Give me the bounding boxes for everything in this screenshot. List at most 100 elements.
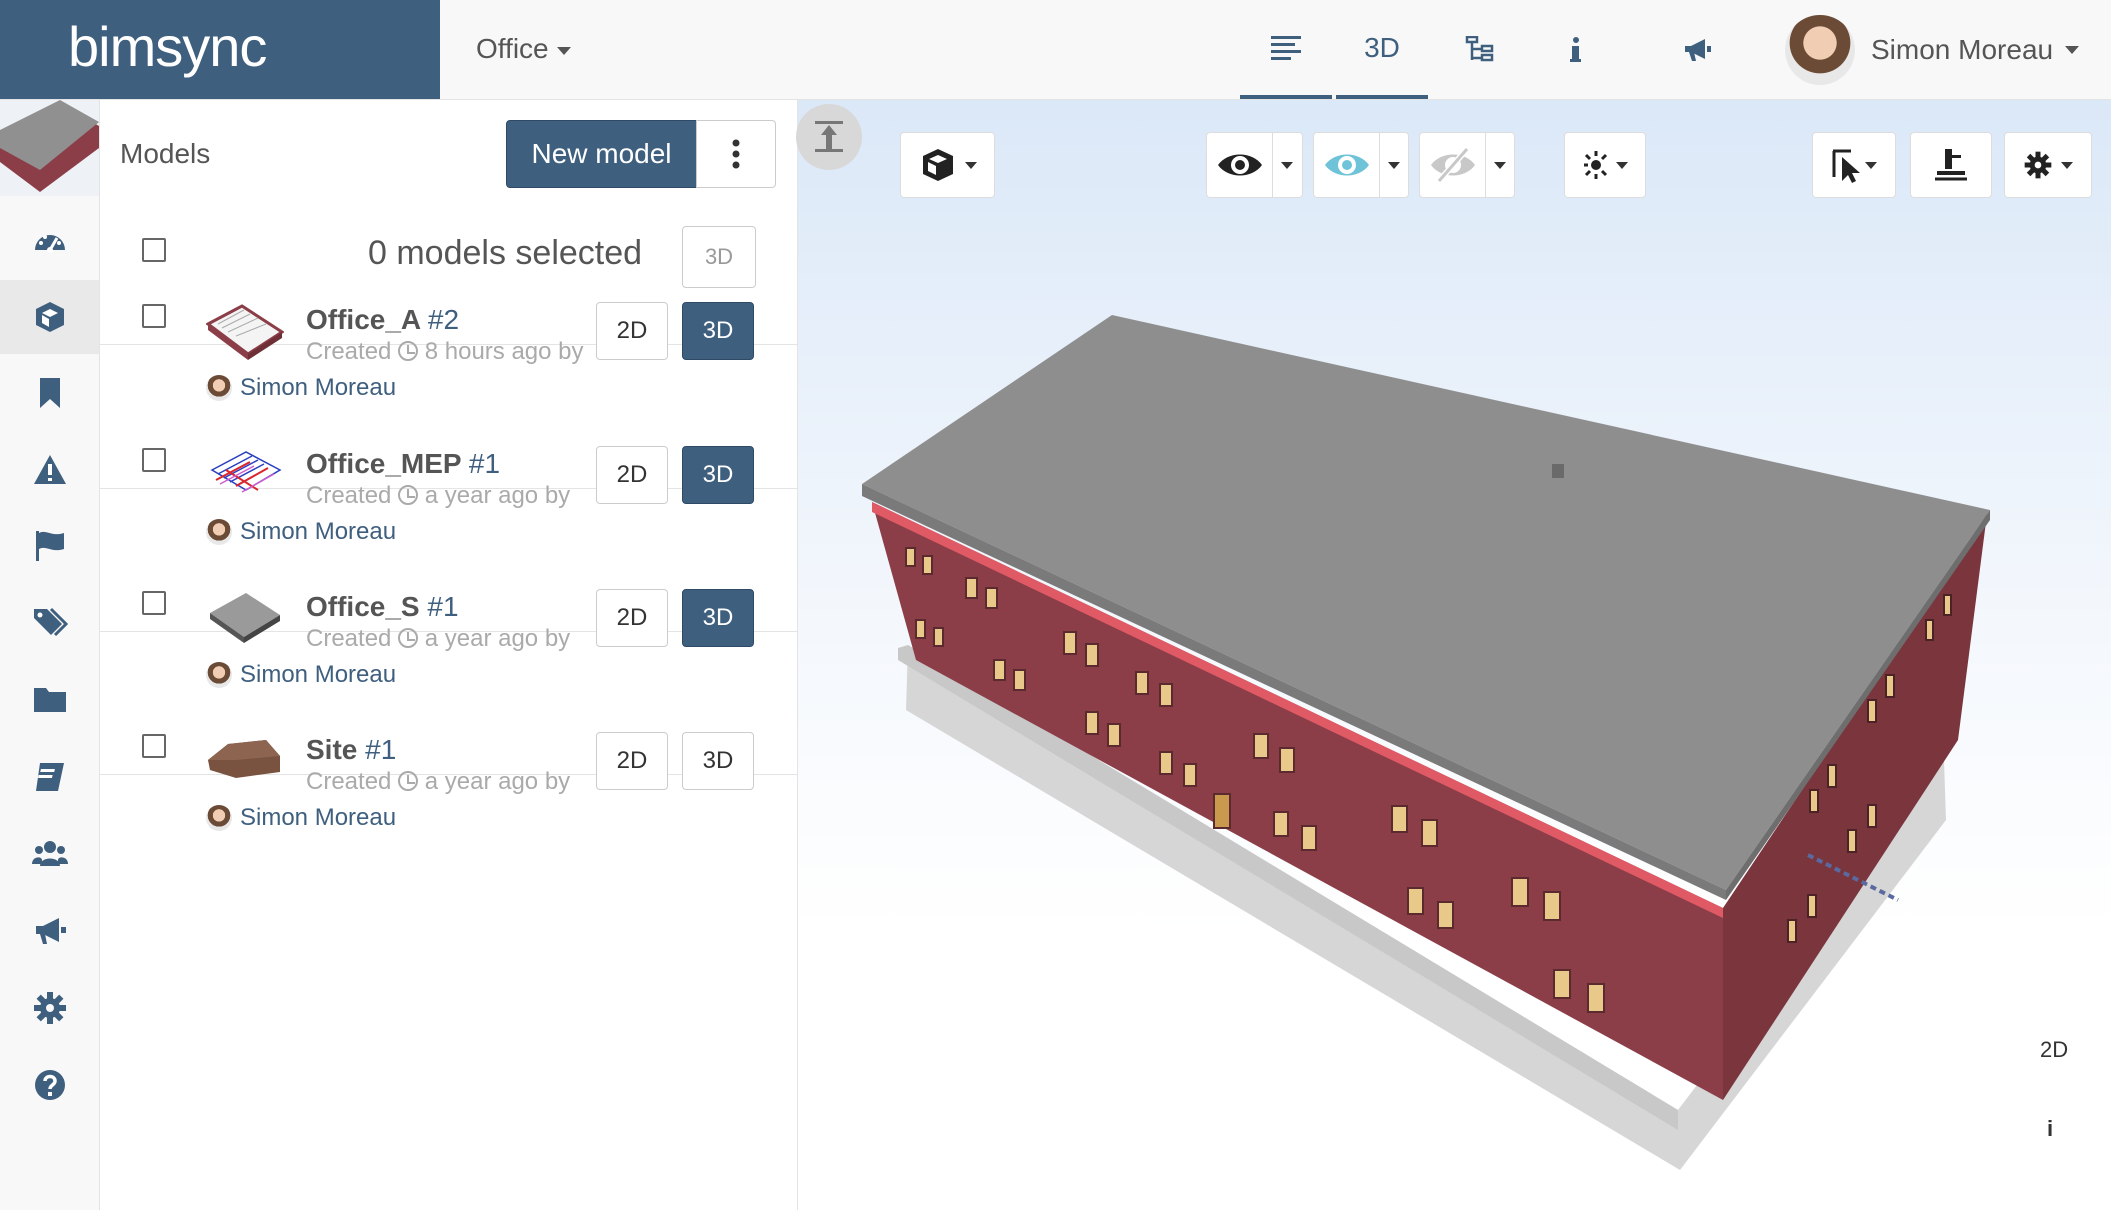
cube-icon (35, 302, 64, 332)
explode-dropdown[interactable] (1564, 132, 1646, 198)
user-menu[interactable]: Simon Moreau (1785, 14, 2080, 86)
brand-logo: bimsync (68, 14, 267, 79)
view-cube-dropdown[interactable] (900, 132, 995, 198)
model-name: Office_S #1 (306, 591, 459, 623)
divider (1484, 132, 1486, 198)
flag-icon (35, 531, 64, 561)
sidebar-item-announcements[interactable] (0, 894, 99, 968)
help-icon (34, 1070, 65, 1100)
open-2d-button[interactable]: 2D (596, 732, 668, 790)
model-name-text: Site (306, 734, 358, 765)
open-3d-button[interactable]: 3D (682, 732, 754, 790)
model-row: Office_S #1 Created a year ago by Simon Mo… (100, 487, 797, 688)
building-3d-model (862, 315, 1990, 1170)
chevron-down-icon (1281, 161, 1293, 169)
chevron-down-icon (964, 161, 977, 169)
visibility-xray-dropdown[interactable] (1313, 132, 1409, 198)
folder-icon (33, 688, 66, 712)
cursor-select-icon (1832, 149, 1860, 183)
tab-3d-label: 3D (1364, 31, 1400, 63)
sidebar-item-issues[interactable] (0, 433, 99, 507)
user-name: Simon Moreau (1871, 34, 2054, 65)
chevron-down-icon (1616, 161, 1628, 169)
selection-mode-dropdown[interactable] (1812, 132, 1896, 198)
model-version: #1 (365, 734, 397, 765)
brand-area[interactable]: bimsync (0, 0, 440, 99)
model-row: Office_A #2 Created 8 hours ago by Simon… (100, 200, 797, 401)
model-checkbox[interactable] (142, 591, 166, 615)
avatar (1785, 15, 1855, 85)
model-name: Site #1 (306, 734, 396, 766)
list-icon (1271, 35, 1301, 60)
model-checkbox[interactable] (142, 734, 166, 758)
explode-icon (1584, 151, 1608, 179)
model-name-text: Office_S (306, 591, 420, 622)
model-name: Office_A #2 (306, 304, 459, 336)
visibility-hide-dropdown[interactable] (1419, 132, 1515, 198)
model-thumbnail (208, 740, 280, 778)
panel-title: Models (120, 138, 211, 169)
sidebar-item-tags[interactable] (0, 586, 99, 660)
building-thumbnail-icon (0, 100, 99, 196)
chevron-down-icon (556, 46, 571, 55)
sidebar-item-help[interactable] (0, 1048, 99, 1122)
viewer-settings-dropdown[interactable] (2004, 132, 2092, 198)
created-label: Created (306, 768, 392, 795)
project-dropdown[interactable]: Office (476, 0, 571, 99)
tab-info[interactable] (1530, 0, 1622, 99)
sidebar-item-settings[interactable] (0, 971, 99, 1045)
3d-viewer[interactable] (798, 100, 2111, 1210)
model-created: Created a year ago by (306, 768, 570, 796)
gear-icon (2024, 151, 2052, 179)
sidebar-item-folders[interactable] (0, 662, 99, 736)
sidebar-item-models[interactable] (0, 280, 99, 354)
model-version: #1 (468, 448, 501, 479)
megaphone-icon (35, 918, 66, 944)
avatar (206, 805, 232, 831)
tab-list-view[interactable] (1240, 0, 1332, 99)
chevron-down-icon (2061, 161, 2073, 169)
created-time: a year ago by (424, 768, 571, 795)
kebab-menu-icon (732, 139, 740, 169)
visibility-show-dropdown[interactable] (1206, 132, 1303, 198)
sidebar-item-members[interactable] (0, 817, 99, 891)
model-version: #2 (427, 304, 460, 335)
clock-icon (398, 771, 419, 791)
toggle-2d-view[interactable]: 2D (2040, 1037, 2068, 1063)
model-name: Office_MEP #1 (306, 448, 500, 480)
model-author-link[interactable]: Simon Moreau (206, 804, 396, 832)
divider (1378, 132, 1380, 198)
project-thumbnail[interactable] (0, 100, 99, 196)
users-icon (31, 841, 68, 866)
collapse-panel-button[interactable] (796, 104, 862, 170)
tree-icon (1465, 35, 1494, 61)
warning-icon (33, 455, 66, 484)
model-checkbox[interactable] (142, 448, 166, 472)
author-name: Simon Moreau (240, 804, 397, 831)
gear-icon (33, 992, 66, 1024)
eye-slash-icon (1430, 147, 1475, 183)
sidebar-item-dashboard[interactable] (0, 205, 99, 279)
sidebar-item-library[interactable] (0, 740, 99, 814)
model-row: Office_MEP #1 Created a year ago by Simon … (100, 344, 797, 545)
bookmark-icon (39, 378, 60, 408)
more-options-button[interactable] (696, 120, 776, 188)
model-version: #1 (427, 591, 459, 622)
collapse-left-icon (815, 121, 843, 152)
xray-eye-icon (1324, 154, 1369, 176)
viewer-info-button[interactable]: i (2047, 1116, 2053, 1142)
sidebar-item-bookmarks[interactable] (0, 356, 99, 430)
tags-icon (33, 607, 68, 637)
brand-logo-text: bimsync (68, 15, 267, 78)
measure-tool-button[interactable] (1910, 132, 1992, 198)
chevron-down-icon (1865, 161, 1877, 169)
tab-announcements[interactable] (1652, 0, 1744, 99)
tab-3d[interactable]: 3D (1336, 0, 1428, 99)
book-icon (35, 763, 64, 791)
new-model-button[interactable]: New model (506, 120, 697, 188)
sidebar-item-flags[interactable] (0, 509, 99, 583)
tab-tree[interactable] (1434, 0, 1526, 99)
model-checkbox[interactable] (142, 304, 166, 328)
left-sidebar (0, 100, 100, 1210)
megaphone-icon (1685, 38, 1711, 61)
